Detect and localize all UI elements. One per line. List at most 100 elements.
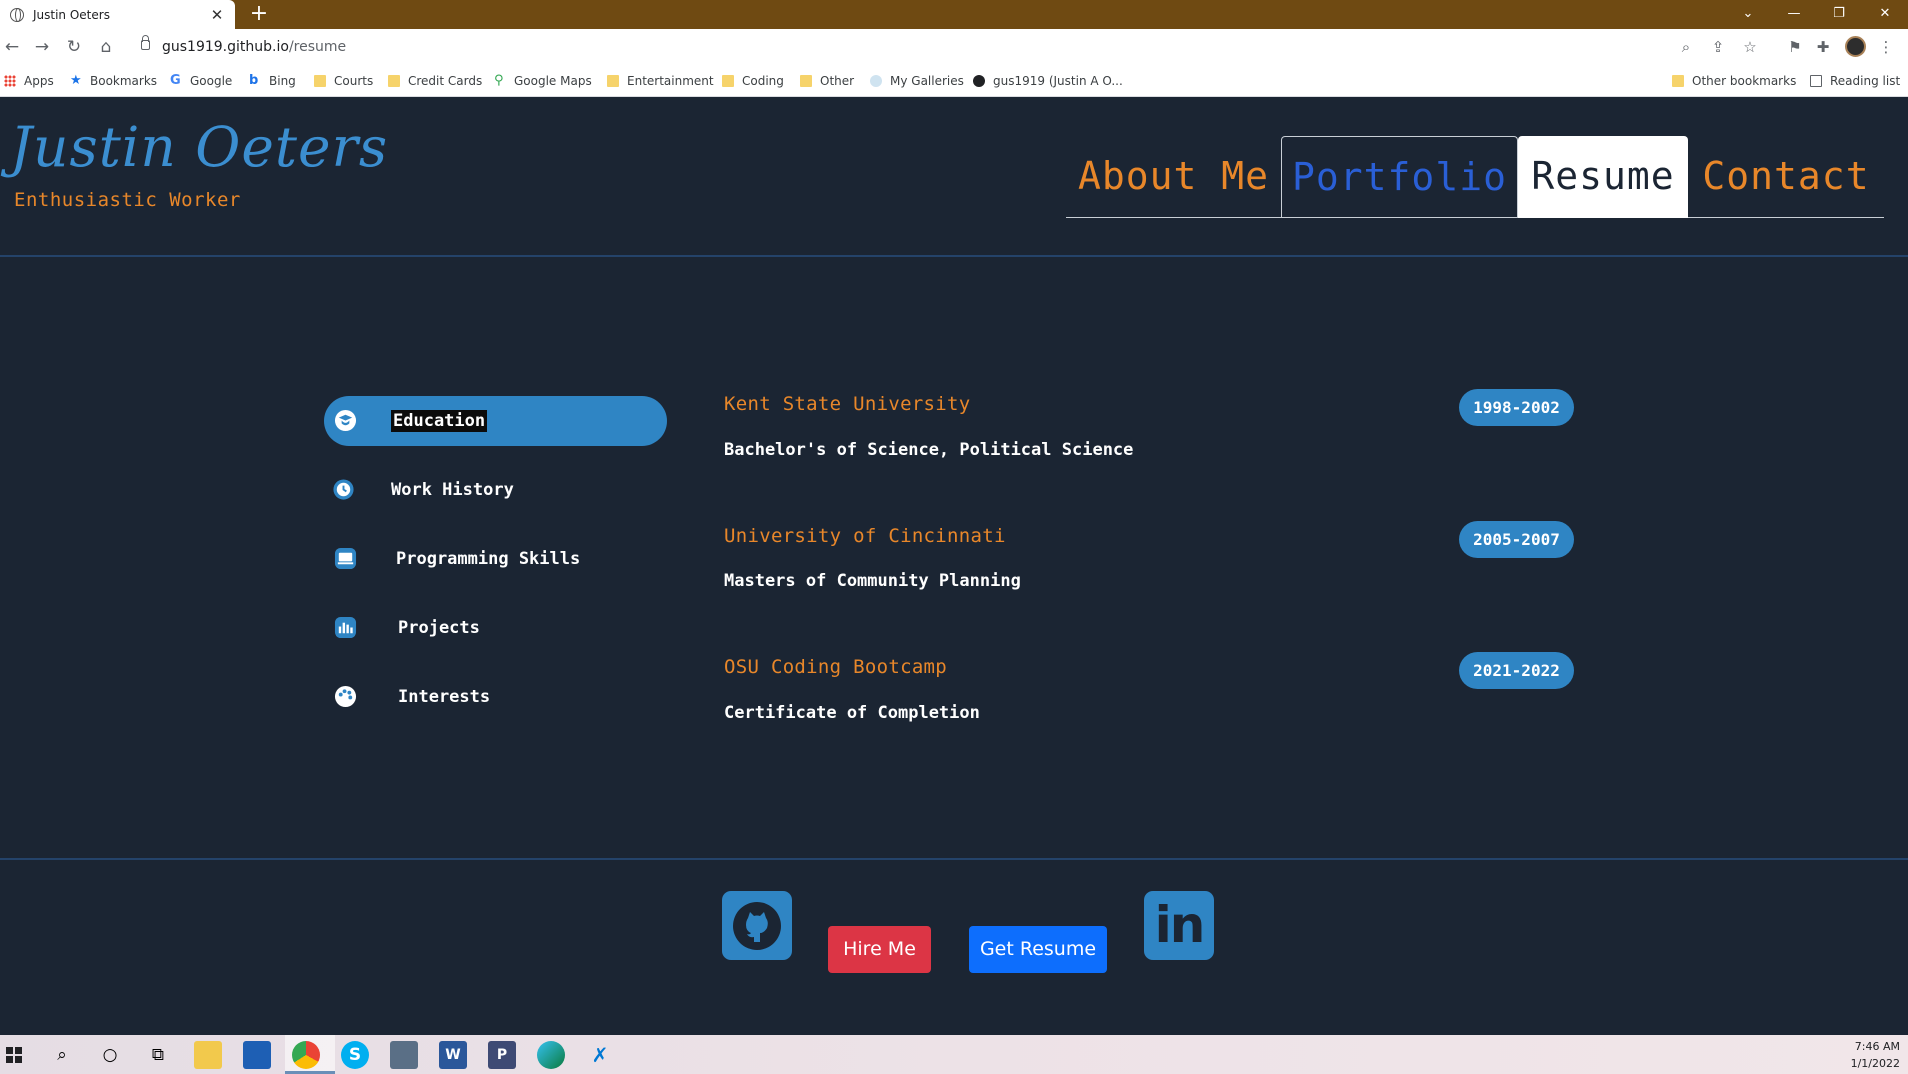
- folder-icon: [388, 75, 400, 87]
- nav-about-me[interactable]: About Me: [1066, 136, 1281, 218]
- sidebar-item-programming-skills[interactable]: Programming Skills: [324, 534, 667, 584]
- education-years-badge: 2005-2007: [1459, 521, 1574, 558]
- education-degree: Bachelor's of Science, Political Science: [724, 440, 1134, 460]
- bookmark-bing[interactable]: b Bing: [249, 65, 296, 97]
- restore-icon[interactable]: ❐: [1819, 0, 1859, 29]
- store-icon[interactable]: [243, 1041, 271, 1069]
- address-bar-row: ← → ↻ ⌂ gus1919.github.io/resume ⌕ ⇪ ☆ ⚑…: [0, 29, 1908, 65]
- nav-resume[interactable]: Resume: [1518, 136, 1688, 218]
- footer-divider: [0, 858, 1908, 860]
- task-view-icon[interactable]: ⧉: [144, 1041, 172, 1069]
- reload-icon[interactable]: ↻: [62, 29, 86, 65]
- profile-avatar[interactable]: [1845, 36, 1866, 57]
- extensions-puzzle-icon[interactable]: ✚: [1811, 29, 1835, 65]
- reading-list[interactable]: Reading list: [1810, 65, 1900, 97]
- nav-portfolio[interactable]: Portfolio: [1281, 136, 1518, 218]
- chrome-icon[interactable]: [292, 1041, 320, 1069]
- vscode-icon[interactable]: ✗: [586, 1041, 614, 1069]
- bookmark-courts[interactable]: Courts: [314, 65, 373, 97]
- menu-dots-icon[interactable]: ⋮: [1874, 29, 1898, 65]
- system-clock[interactable]: 7:46 AM 1/1/2022: [1851, 1038, 1900, 1072]
- bookmark-entertainment[interactable]: Entertainment: [607, 65, 714, 97]
- url-field[interactable]: gus1919.github.io/resume: [162, 29, 346, 65]
- skype-icon[interactable]: S: [341, 1041, 369, 1069]
- bookmark-label: Google: [190, 74, 233, 88]
- minimize-icon[interactable]: —: [1774, 0, 1814, 29]
- file-explorer-icon[interactable]: [194, 1041, 222, 1069]
- apps-grid-icon: [4, 75, 16, 87]
- bookmark-label: Google Maps: [514, 74, 592, 88]
- bookmark-label: Entertainment: [627, 74, 714, 88]
- folder-icon: [314, 75, 326, 87]
- hire-me-button[interactable]: Hire Me: [828, 926, 931, 973]
- bookmark-credit-cards[interactable]: Credit Cards: [388, 65, 482, 97]
- sidebar-label: Interests: [398, 687, 491, 707]
- back-icon[interactable]: ←: [0, 29, 24, 65]
- forward-icon[interactable]: →: [30, 29, 54, 65]
- extension-badge-icon[interactable]: ⚑: [1783, 29, 1807, 65]
- bookmark-label: Apps: [24, 74, 54, 88]
- publisher-icon[interactable]: P: [488, 1041, 516, 1069]
- bing-icon: b: [249, 73, 259, 88]
- bookmark-apps[interactable]: Apps: [4, 65, 54, 97]
- linkedin-link[interactable]: in: [1144, 891, 1214, 960]
- sidebar-item-work-history[interactable]: Work History: [324, 465, 667, 515]
- browser-tab[interactable]: Justin Oeters ✕: [0, 0, 235, 29]
- bookmark-other[interactable]: Other: [800, 65, 854, 97]
- tab-close-icon[interactable]: ✕: [209, 6, 225, 24]
- header-divider: [0, 255, 1908, 257]
- sidebar-item-education[interactable]: Education: [324, 396, 667, 446]
- lock-icon[interactable]: [141, 35, 150, 50]
- bookmark-label: Credit Cards: [408, 74, 483, 88]
- github-icon: [973, 75, 985, 87]
- globe-icon: [10, 7, 24, 22]
- site-name[interactable]: Justin Oeters: [10, 115, 388, 179]
- word-icon[interactable]: W: [439, 1041, 467, 1069]
- clock-date: 1/1/2022: [1850, 1057, 1900, 1070]
- education-degree: Certificate of Completion: [724, 703, 980, 723]
- sidebar-label: Education: [391, 410, 488, 432]
- bookmark-label: Coding: [742, 74, 784, 88]
- share-icon[interactable]: ⇪: [1706, 29, 1730, 65]
- bookmark-google[interactable]: G Google: [170, 65, 232, 97]
- folder-icon: [607, 75, 619, 87]
- sidebar-item-projects[interactable]: Projects: [324, 603, 667, 653]
- bookmark-star-icon[interactable]: ☆: [1738, 29, 1762, 65]
- education-school: Kent State University: [724, 393, 971, 415]
- sidebar-item-interests[interactable]: Interests: [324, 672, 667, 722]
- nav-contact[interactable]: Contact: [1688, 136, 1884, 218]
- bookmark-coding[interactable]: Coding: [722, 65, 784, 97]
- edge-icon[interactable]: [537, 1041, 565, 1069]
- home-icon[interactable]: ⌂: [94, 29, 118, 65]
- bookmark-google-maps[interactable]: ⚲ Google Maps: [494, 65, 592, 97]
- education-school: University of Cincinnati: [724, 525, 1006, 547]
- tab-search-icon[interactable]: ⌄: [1728, 0, 1768, 29]
- maps-pin-icon: ⚲: [494, 73, 504, 88]
- laptop-icon: [334, 547, 357, 570]
- bookmark-bookmarks[interactable]: ★ Bookmarks: [70, 65, 157, 97]
- bookmark-label: gus1919 (Justin A O...: [993, 74, 1123, 88]
- tab-title: Justin Oeters: [33, 7, 110, 22]
- sidebar-label: Work History: [391, 480, 514, 500]
- clock-history-icon: [333, 479, 354, 500]
- get-resume-button[interactable]: Get Resume: [969, 926, 1107, 973]
- sidebar-label: Programming Skills: [396, 549, 581, 569]
- bookmark-label: Bing: [269, 74, 296, 88]
- search-icon[interactable]: ⌕: [48, 1041, 76, 1069]
- cortana-icon[interactable]: ○: [96, 1041, 124, 1069]
- github-link[interactable]: [722, 891, 792, 960]
- bookmark-github[interactable]: gus1919 (Justin A O...: [973, 65, 1123, 97]
- new-tab-button[interactable]: +: [248, 0, 270, 29]
- zoom-icon[interactable]: ⌕: [1674, 29, 1698, 65]
- windows-start-icon[interactable]: [0, 1041, 28, 1069]
- other-bookmarks[interactable]: Other bookmarks: [1672, 65, 1796, 97]
- calculator-icon[interactable]: [390, 1041, 418, 1069]
- close-window-icon[interactable]: ✕: [1865, 0, 1905, 29]
- windows-taskbar: ⌕ ○ ⧉ S W P ✗ 7:46 AM 1/1/2022: [0, 1035, 1908, 1074]
- clock-time: 7:46 AM: [1854, 1040, 1900, 1053]
- education-years-badge: 2021-2022: [1459, 652, 1574, 689]
- github-icon: [733, 902, 781, 950]
- education-years-badge: 1998-2002: [1459, 389, 1574, 426]
- google-icon: G: [170, 73, 181, 88]
- bookmark-my-galleries[interactable]: My Galleries: [870, 65, 964, 97]
